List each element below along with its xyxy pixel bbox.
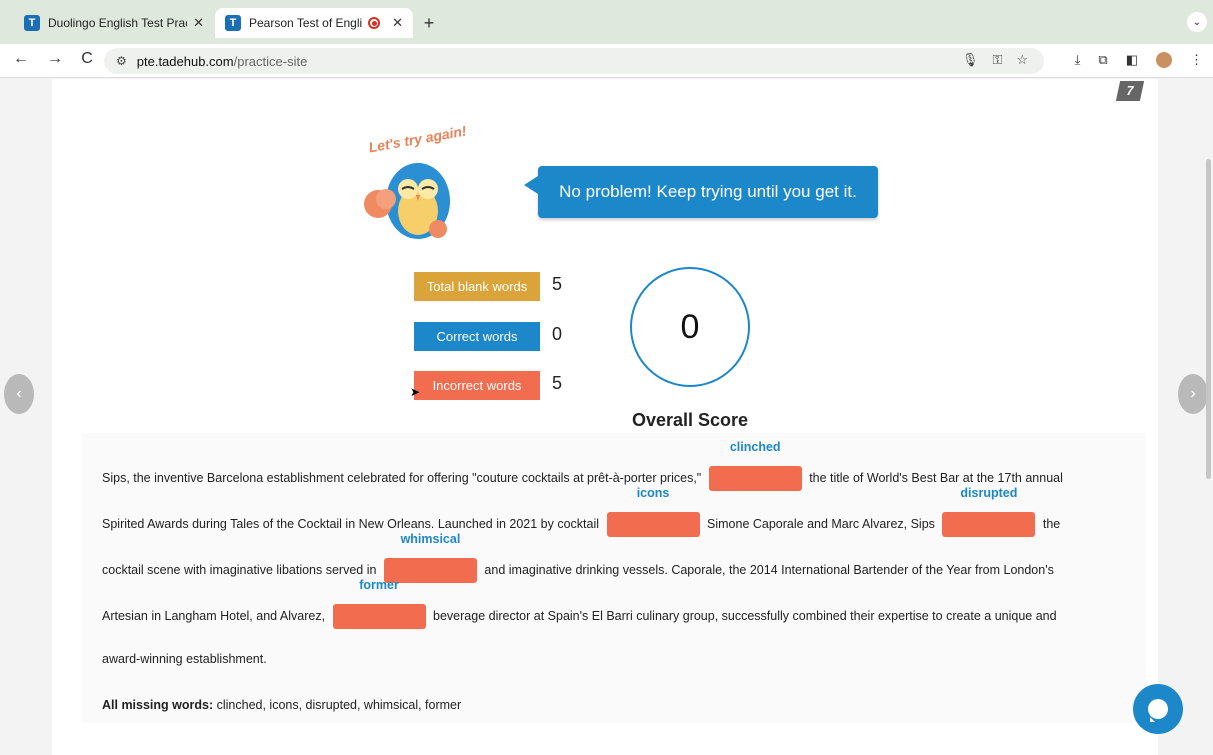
site-settings-icon[interactable]: ⚙ bbox=[116, 54, 127, 68]
url-path: /practice-site bbox=[233, 53, 308, 69]
correct-words-badge: Correct words bbox=[414, 322, 540, 351]
previous-slide-button[interactable]: ‹ bbox=[4, 374, 34, 414]
menu-dots-icon[interactable]: ⋮ bbox=[1190, 52, 1203, 68]
recording-icon bbox=[368, 17, 381, 29]
corner-badge-icon: 7 bbox=[1115, 81, 1145, 101]
blank-field[interactable]: disrupted bbox=[942, 486, 1036, 537]
passage-text: Sips, the inventive Barcelona establishm… bbox=[102, 470, 702, 485]
passage-line: cocktail scene with imaginative libation… bbox=[102, 532, 1054, 583]
next-slide-button[interactable]: › bbox=[1178, 374, 1208, 414]
tab-search-button[interactable]: ⌄ bbox=[1187, 12, 1207, 32]
overall-score-label: Overall Score bbox=[631, 410, 749, 430]
browser-toolbar: ← → C ⚙ pte.tadehub.com/practice-site 🎙 … bbox=[0, 44, 1213, 78]
passage-line: Artesian in Langham Hotel, and Alvarez, … bbox=[102, 578, 1057, 629]
feedback-bubble: No problem! Keep trying until you get it… bbox=[524, 166, 878, 218]
missing-words-label: All missing words: bbox=[102, 698, 214, 712]
blank-field[interactable]: icons bbox=[606, 486, 700, 537]
passage-line: award-winning establishment. bbox=[102, 652, 267, 666]
correct-answer: icons bbox=[636, 486, 670, 500]
passage-text: Artesian in Langham Hotel, and Alvarez, bbox=[102, 608, 326, 623]
total-blank-words-badge: Total blank words bbox=[414, 272, 540, 301]
correct-words-value: 0 bbox=[552, 324, 563, 344]
new-tab-button[interactable]: + bbox=[418, 12, 440, 34]
passage-text: and imaginative drinking vessels. Capora… bbox=[484, 562, 1054, 577]
bookmark-star-icon[interactable]: ☆ bbox=[1016, 52, 1028, 68]
correct-answer: former bbox=[359, 578, 399, 592]
passage-text: Simone Caporale and Marc Alvarez, Sips bbox=[707, 516, 935, 531]
tab-title: Pearson Test of English P bbox=[249, 16, 363, 30]
profile-avatar[interactable] bbox=[1156, 52, 1172, 68]
passage-text: cocktail scene with imaginative libation… bbox=[102, 562, 377, 577]
passage-text: the title of World's Best Bar at the 17t… bbox=[809, 470, 1063, 485]
password-key-icon[interactable]: ⚿ bbox=[992, 52, 1002, 68]
microphone-icon[interactable]: 🎙 bbox=[962, 52, 979, 68]
missing-words-summary: All missing words: clinched, icons, disr… bbox=[102, 698, 461, 712]
blank-field[interactable]: former bbox=[332, 578, 426, 629]
tadehub-favicon-icon: T bbox=[24, 15, 40, 31]
page-scrollbar[interactable] bbox=[1206, 159, 1211, 479]
correct-answer: disrupted bbox=[960, 486, 1018, 500]
tab-title: Duolingo English Test Practic bbox=[48, 16, 187, 30]
blank-field[interactable]: clinched bbox=[708, 440, 802, 491]
chat-support-button[interactable] bbox=[1133, 684, 1183, 734]
incorrect-words-badge: Incorrect words bbox=[414, 371, 540, 400]
address-bar[interactable]: ⚙ pte.tadehub.com/practice-site 🎙 ⚿ ☆ bbox=[104, 48, 1044, 74]
close-tab-icon[interactable]: ✕ bbox=[193, 15, 204, 31]
side-panel-icon[interactable]: ◧ bbox=[1126, 52, 1138, 68]
tab-strip: T Duolingo English Test Practic ✕ T Pear… bbox=[0, 0, 1213, 44]
chat-bubble-icon bbox=[1148, 699, 1168, 722]
passage-line: Spirited Awards during Tales of the Cock… bbox=[102, 486, 1061, 537]
forward-button[interactable]: → bbox=[44, 50, 66, 68]
url-host: pte.tadehub.com bbox=[136, 53, 234, 69]
back-button[interactable]: ← bbox=[10, 50, 32, 68]
total-blank-words-value: 5 bbox=[552, 274, 563, 294]
overall-score-circle: 0 bbox=[630, 267, 750, 387]
tab-pearson[interactable]: T Pearson Test of English P ✕ bbox=[215, 8, 413, 38]
passage-text: award-winning establishment. bbox=[102, 652, 267, 666]
correct-answer: clinched bbox=[729, 440, 781, 454]
mouse-cursor-icon: ➤ bbox=[410, 385, 421, 399]
extensions-icon[interactable]: ⧉ bbox=[1098, 52, 1107, 68]
page-viewport: 7 ‹ › Let's try again! No problem! Keep … bbox=[0, 79, 1213, 755]
reload-button[interactable]: C bbox=[76, 50, 98, 68]
missing-words-list: clinched, icons, disrupted, whimsical, f… bbox=[216, 698, 462, 712]
download-icon[interactable]: ⤓ bbox=[1075, 52, 1081, 68]
passage-line: Sips, the inventive Barcelona establishm… bbox=[102, 440, 1063, 491]
passage-text: beverage director at Spain's El Barri cu… bbox=[433, 608, 1057, 623]
incorrect-words-value: 5 bbox=[552, 373, 563, 393]
tadehub-favicon-icon: T bbox=[225, 15, 241, 31]
owl-mascot-icon bbox=[364, 163, 450, 239]
correct-answer: whimsical bbox=[400, 532, 461, 546]
close-tab-icon[interactable]: ✕ bbox=[392, 15, 403, 31]
passage-text: the bbox=[1042, 516, 1061, 531]
passage-text: Spirited Awards during Tales of the Cock… bbox=[102, 516, 600, 531]
tab-duolingo[interactable]: T Duolingo English Test Practic ✕ bbox=[14, 8, 214, 38]
